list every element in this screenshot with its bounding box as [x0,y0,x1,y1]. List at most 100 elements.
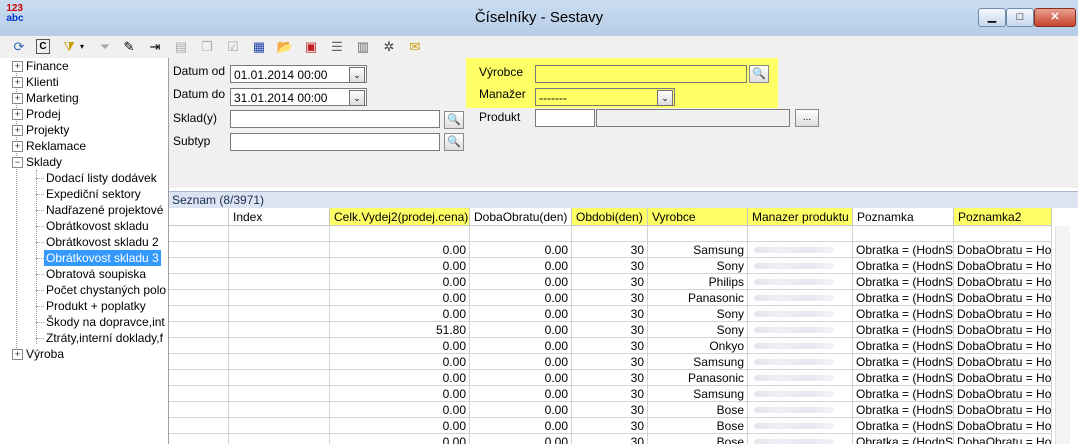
obdobi-cell[interactable]: 30 [572,354,648,370]
doba-obratu-cell[interactable]: 0.00 [470,306,572,322]
manazer-cell[interactable] [748,274,853,290]
poznamka-cell[interactable]: Obratka = (HodnS [853,418,954,434]
empty-vyrobce-cell[interactable] [648,226,748,242]
empty-manazer-cell[interactable] [748,226,853,242]
poznamka2-cell[interactable]: DobaObratu = Ho [954,370,1052,386]
tree-label[interactable]: Výroba [26,346,64,362]
column-header-vyrobce[interactable]: Vyrobce [648,208,748,226]
column-header-poznamka2[interactable]: Poznamka2 [954,208,1052,226]
dropdown-icon[interactable]: ▾ [78,38,86,55]
vyrobce-cell[interactable]: Samsung [648,242,748,258]
celk-vydej-cell[interactable]: 0.00 [330,290,470,306]
row-selector[interactable] [169,386,229,402]
row-selector[interactable] [169,290,229,306]
obdobi-cell[interactable]: 30 [572,370,648,386]
page-icon[interactable]: ▤ [172,38,190,55]
puzzle-icon[interactable]: ✲ [380,38,398,55]
manazer-cell[interactable] [748,434,853,444]
tree-label[interactable]: Obratová soupiska [46,266,146,282]
poznamka-cell[interactable]: Obratka = (HodnS [853,370,954,386]
manazer-cell[interactable] [748,306,853,322]
vyrobce-cell[interactable]: Panasonic [648,290,748,306]
index-cell[interactable] [229,370,330,386]
close-button[interactable]: ✕ [1034,8,1076,27]
manazer-cell[interactable] [748,354,853,370]
poznamka-cell[interactable]: Obratka = (HodnS [853,354,954,370]
celk-vydej-cell[interactable]: 0.00 [330,370,470,386]
empty-row-selector[interactable] [169,226,229,242]
poznamka2-cell[interactable]: DobaObratu = Ho [954,306,1052,322]
obdobi-cell[interactable]: 30 [572,338,648,354]
sklady-field[interactable] [230,110,440,128]
row-selector[interactable] [169,306,229,322]
vyrobce-cell[interactable]: Sony [648,258,748,274]
vyrobce-cell[interactable]: Bose [648,434,748,444]
column-header-index[interactable]: Index [229,208,330,226]
obdobi-cell[interactable]: 30 [572,258,648,274]
row-selector[interactable] [169,242,229,258]
poznamka2-cell[interactable]: DobaObratu = Ho [954,386,1052,402]
doba-obratu-cell[interactable]: 0.00 [470,274,572,290]
poznamka-cell[interactable]: Obratka = (HodnS [853,386,954,402]
doba-obratu-cell[interactable]: 0.00 [470,290,572,306]
index-cell[interactable] [229,354,330,370]
vyrobce-cell[interactable]: Panasonic [648,370,748,386]
c-icon[interactable]: C [36,39,50,54]
celk-vydej-cell[interactable]: 0.00 [330,386,470,402]
index-cell[interactable] [229,338,330,354]
tree-label[interactable]: Počet chystaných polo [46,282,166,298]
row-selector[interactable] [169,402,229,418]
obdobi-cell[interactable]: 30 [572,274,648,290]
funnel-icon[interactable]: ⏷ [96,38,114,55]
manazer-select[interactable]: ------- ⌄ [535,88,675,106]
tree-label[interactable]: Obrátkovost skladu 2 [46,234,159,250]
vyrobce-cell[interactable]: Samsung [648,386,748,402]
empty-doba-obratu-cell[interactable] [470,226,572,242]
subtyp-field[interactable] [230,133,440,151]
expand-icon[interactable]: + [12,61,23,72]
poznamka-cell[interactable]: Obratka = (HodnS [853,290,954,306]
empty-poznamka2-cell[interactable] [954,226,1052,242]
poznamka-cell[interactable]: Obratka = (HodnS [853,242,954,258]
poznamka-cell[interactable]: Obratka = (HodnS [853,322,954,338]
empty-poznamka-cell[interactable] [853,226,954,242]
index-cell[interactable] [229,418,330,434]
celk-vydej-cell[interactable]: 0.00 [330,306,470,322]
expand-icon[interactable]: + [12,349,23,360]
search-icon[interactable]: 🔍 [444,111,464,129]
celk-vydej-cell[interactable]: 0.00 [330,402,470,418]
doba-obratu-cell[interactable]: 0.00 [470,418,572,434]
manazer-cell[interactable] [748,290,853,306]
grid-icon[interactable]: ▥ [354,38,372,55]
poznamka-cell[interactable]: Obratka = (HodnS [853,258,954,274]
celk-vydej-cell[interactable]: 0.00 [330,258,470,274]
manazer-cell[interactable] [748,386,853,402]
browse-button[interactable]: ... [795,109,819,127]
produkt-code-field[interactable] [535,109,595,127]
copy-icon[interactable]: ❐ [198,38,216,55]
poznamka2-cell[interactable]: DobaObratu = Ho [954,418,1052,434]
expand-icon[interactable]: + [12,125,23,136]
vyrobce-cell[interactable]: Bose [648,402,748,418]
index-cell[interactable] [229,306,330,322]
row-selector[interactable] [169,274,229,290]
manazer-cell[interactable] [748,402,853,418]
poznamka-cell[interactable]: Obratka = (HodnS [853,434,954,444]
index-cell[interactable] [229,402,330,418]
index-cell[interactable] [229,274,330,290]
poznamka2-cell[interactable]: DobaObratu = Ho [954,274,1052,290]
datum-od-field[interactable]: 01.01.2014 00:00 ⌄ [230,65,367,83]
celk-vydej-cell[interactable]: 0.00 [330,274,470,290]
vyrobce-cell[interactable]: Bose [648,418,748,434]
tree-label[interactable]: Projekty [26,122,69,138]
chevron-down-icon[interactable]: ⌄ [349,67,365,83]
obdobi-cell[interactable]: 30 [572,434,648,444]
tree-label[interactable]: Prodej [26,106,61,122]
expand-icon[interactable]: + [12,93,23,104]
search-icon[interactable]: 🔍 [749,65,769,83]
chevron-down-icon[interactable]: ⌄ [349,90,365,106]
obdobi-cell[interactable]: 30 [572,290,648,306]
index-cell[interactable] [229,322,330,338]
maximize-button[interactable]: □ [1006,8,1034,27]
row-selector[interactable] [169,354,229,370]
